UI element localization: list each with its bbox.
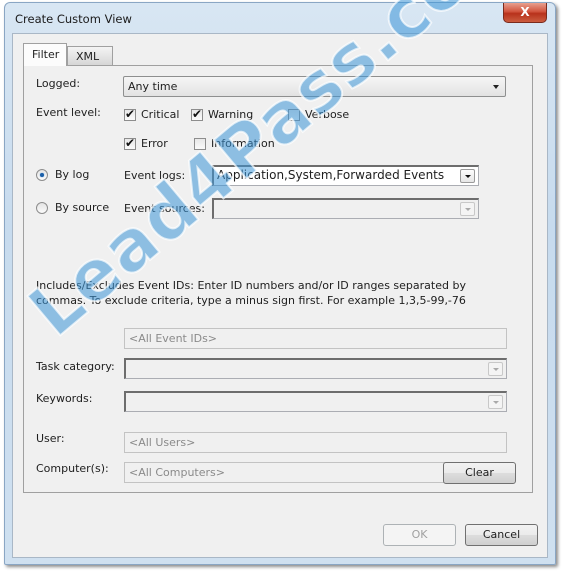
checkbox-warning[interactable]: Warning (191, 107, 254, 121)
create-custom-view-dialog: Create Custom View X Filter XML Logged: … (4, 2, 556, 565)
ok-button[interactable]: OK (383, 524, 456, 546)
event-ids-placeholder: <All Event IDs> (129, 332, 218, 345)
user-input[interactable]: <All Users> (124, 432, 507, 453)
event-ids-input[interactable]: <All Event IDs> (124, 328, 507, 349)
close-icon: X (520, 5, 530, 19)
checkbox-warning-box[interactable] (191, 107, 203, 121)
title-bar: Create Custom View X (5, 3, 555, 33)
keywords-label: Keywords: (36, 392, 93, 405)
checkbox-error-box[interactable] (124, 136, 136, 150)
event-logs-value: Application,System,Forwarded Events (217, 168, 445, 182)
event-logs-label: Event logs: (124, 169, 186, 182)
clear-button[interactable]: Clear (443, 462, 516, 484)
dropdown-arrow-icon[interactable] (488, 362, 503, 376)
chevron-down-icon (493, 85, 499, 89)
checkbox-information-box[interactable] (194, 137, 206, 150)
checkbox-information[interactable]: Information (194, 137, 275, 150)
checkbox-warning-label: Warning (208, 108, 254, 121)
logged-select[interactable]: Any time (123, 76, 506, 97)
checkbox-information-label: Information (211, 137, 275, 150)
logged-value: Any time (128, 80, 178, 93)
event-ids-description: Includes/Excludes Event IDs: Enter ID nu… (36, 279, 466, 307)
radio-by-log-label: By log (55, 168, 90, 181)
tab-filter[interactable]: Filter (23, 43, 67, 66)
event-sources-label: Event sources: (124, 202, 205, 215)
user-placeholder: <All Users> (129, 436, 196, 449)
checkbox-critical-label: Critical (141, 108, 180, 121)
radio-by-source[interactable]: By source (36, 201, 109, 214)
checkbox-critical[interactable]: Critical (124, 107, 180, 121)
task-category-label: Task category: (36, 360, 115, 373)
tab-xml[interactable]: XML (67, 46, 113, 65)
checkbox-critical-box[interactable] (124, 107, 136, 121)
computers-label: Computer(s): (36, 462, 109, 475)
event-level-label: Event level: (36, 106, 101, 119)
checkbox-verbose[interactable]: Verbose (288, 108, 349, 121)
cancel-button[interactable]: Cancel (465, 524, 538, 546)
logged-label: Logged: (36, 77, 81, 90)
checkbox-error-label: Error (141, 137, 168, 150)
computers-placeholder: <All Computers> (129, 466, 225, 479)
filter-panel: Logged: Any time Event level: Critical W… (23, 65, 533, 493)
dialog-client-area: Filter XML Logged: Any time Event level:… (12, 33, 548, 558)
user-label: User: (36, 432, 65, 445)
dropdown-arrow-icon[interactable] (460, 169, 475, 183)
window-title: Create Custom View (15, 12, 132, 26)
event-sources-combo[interactable] (212, 198, 479, 219)
dropdown-arrow-icon[interactable] (488, 395, 503, 409)
close-button[interactable]: X (503, 3, 547, 23)
checkbox-verbose-box[interactable] (288, 108, 300, 121)
radio-by-log-dot[interactable] (36, 168, 48, 181)
dropdown-arrow-icon[interactable] (460, 202, 475, 216)
event-logs-combo[interactable]: Application,System,Forwarded Events (212, 165, 479, 186)
keywords-combo[interactable] (124, 391, 507, 412)
radio-by-source-dot[interactable] (36, 201, 48, 214)
checkbox-error[interactable]: Error (124, 136, 168, 150)
radio-by-log[interactable]: By log (36, 168, 89, 181)
task-category-combo[interactable] (124, 358, 507, 379)
radio-by-source-label: By source (55, 201, 110, 214)
checkbox-verbose-label: Verbose (305, 108, 350, 121)
